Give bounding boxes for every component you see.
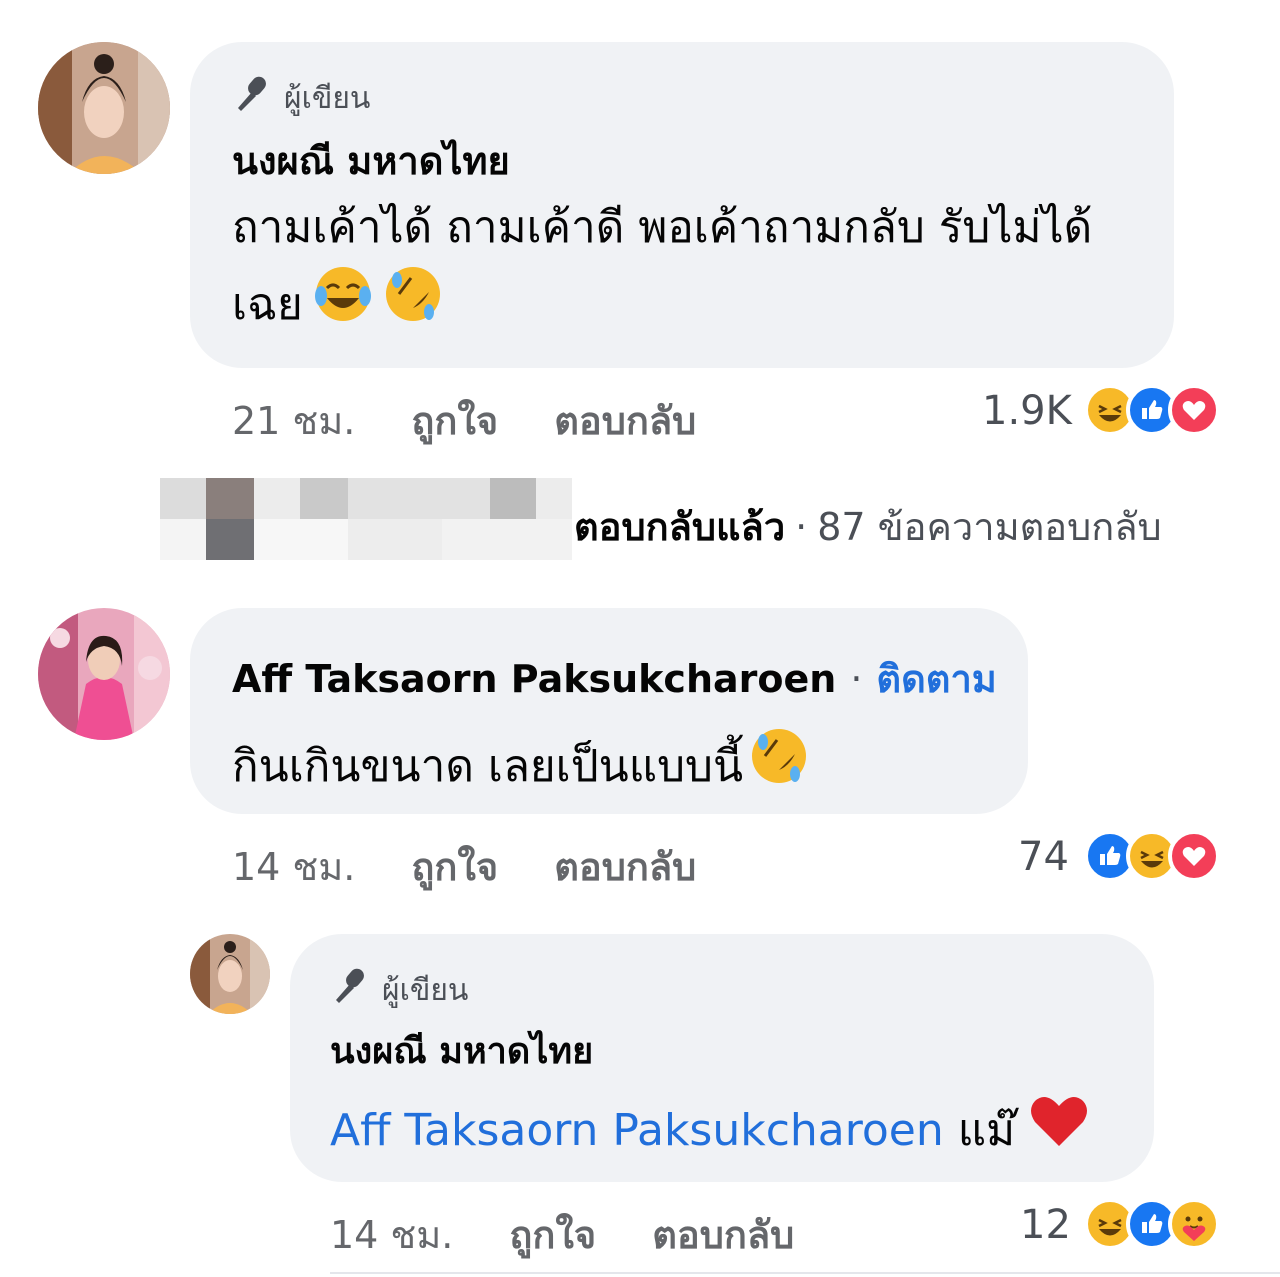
profile-photo	[38, 42, 170, 174]
comment-author[interactable]: นงผณี มหาดไทย	[330, 1022, 593, 1079]
separator-dot: ·	[850, 657, 863, 701]
comment-text: ถามเค้าได้ ถามเค้าดี พอเค้าถามกลับ รับไม…	[232, 192, 1152, 346]
comment-actions: 21 ชม. ถูกใจ ตอบกลับ	[232, 390, 696, 451]
reaction-count[interactable]: 1.9K	[982, 388, 1072, 434]
profile-photo	[38, 608, 170, 740]
comment-text-line: เฉย	[232, 279, 303, 330]
comment-bubble: Aff Taksaorn Paksukcharoen · ติดตาม กินเ…	[190, 608, 1028, 814]
comment-time[interactable]: 14 ชม.	[330, 1204, 453, 1265]
avatar[interactable]	[38, 608, 170, 740]
follow-button[interactable]: ติดตาม	[876, 648, 996, 709]
author-badge-label: ผู้เขียน	[284, 80, 371, 116]
microphone-icon	[330, 966, 370, 1014]
avatar[interactable]	[38, 42, 170, 174]
author-badge-label: ผู้เขียน	[382, 972, 469, 1008]
reply-avatar-blurred[interactable]	[160, 478, 572, 560]
author-badge: ผู้เขียน	[330, 966, 468, 1014]
comment-text-line: ถามเค้าได้ ถามเค้าดี พอเค้าถามกลับ รับไม…	[232, 202, 1093, 253]
comment-header: Aff Taksaorn Paksukcharoen · ติดตาม	[232, 648, 997, 709]
reaction-icons[interactable]	[1084, 830, 1220, 882]
rofl-emoji-icon	[749, 726, 809, 808]
reaction-icons[interactable]	[1084, 1198, 1220, 1250]
reply-count: 87 ข้อความตอบกลับ	[817, 505, 1162, 549]
reply-button[interactable]: ตอบกลับ	[554, 390, 696, 451]
comment-time[interactable]: 21 ชม.	[232, 390, 355, 451]
author-badge: ผู้เขียน	[232, 74, 370, 122]
comment-author[interactable]: Aff Taksaorn Paksukcharoen	[232, 657, 836, 701]
view-replies-link[interactable]: ตอบกลับแล้ว · 87 ข้อความตอบกลับ	[574, 496, 1162, 557]
reply-button[interactable]: ตอบกลับ	[652, 1204, 794, 1265]
like-button[interactable]: ถูกใจ	[411, 836, 498, 897]
heart-emoji-icon	[1029, 1092, 1089, 1170]
microphone-icon	[232, 74, 272, 122]
comment-text: กินเกินขนาด เลยเป็นแบบนี้	[232, 726, 809, 808]
reply-button[interactable]: ตอบกลับ	[554, 836, 696, 897]
comment-bubble: ผู้เขียน นงผณี มหาดไทย ถามเค้าได้ ถามเค้…	[190, 42, 1174, 368]
reaction-count[interactable]: 12	[1020, 1202, 1071, 1248]
reaction-icons[interactable]	[1084, 384, 1220, 436]
separator-dot: ·	[795, 505, 808, 549]
avatar[interactable]	[190, 934, 270, 1014]
mention-link[interactable]: Aff Taksaorn Paksukcharoen	[330, 1095, 944, 1167]
comment-text-line: กินเกินขนาด เลยเป็นแบบนี้	[232, 741, 744, 792]
comment-text-line-2: เฉย	[232, 264, 1152, 346]
tears-of-joy-emoji-icon	[313, 264, 373, 346]
comment-author[interactable]: นงผณี มหาดไทย	[232, 130, 510, 191]
reaction-count[interactable]: 74	[1018, 834, 1069, 880]
comment-time[interactable]: 14 ชม.	[232, 836, 355, 897]
comment-text: Aff Taksaorn Paksukcharoen แม๊	[330, 1092, 1089, 1170]
comment-actions: 14 ชม. ถูกใจ ตอบกลับ	[330, 1204, 794, 1265]
comment-actions: 14 ชม. ถูกใจ ตอบกลับ	[232, 836, 696, 897]
profile-photo	[190, 934, 270, 1014]
comment-text-line: แม๊	[957, 1105, 1016, 1156]
like-button[interactable]: ถูกใจ	[411, 390, 498, 451]
like-button[interactable]: ถูกใจ	[509, 1204, 596, 1265]
replied-label: ตอบกลับแล้ว	[574, 505, 786, 549]
rofl-emoji-icon	[383, 264, 443, 346]
love-icon	[1168, 384, 1220, 436]
divider	[330, 1272, 1280, 1274]
comment-bubble: ผู้เขียน นงผณี มหาดไทย Aff Taksaorn Paks…	[290, 934, 1154, 1182]
care-icon	[1168, 1198, 1220, 1250]
love-icon	[1168, 830, 1220, 882]
